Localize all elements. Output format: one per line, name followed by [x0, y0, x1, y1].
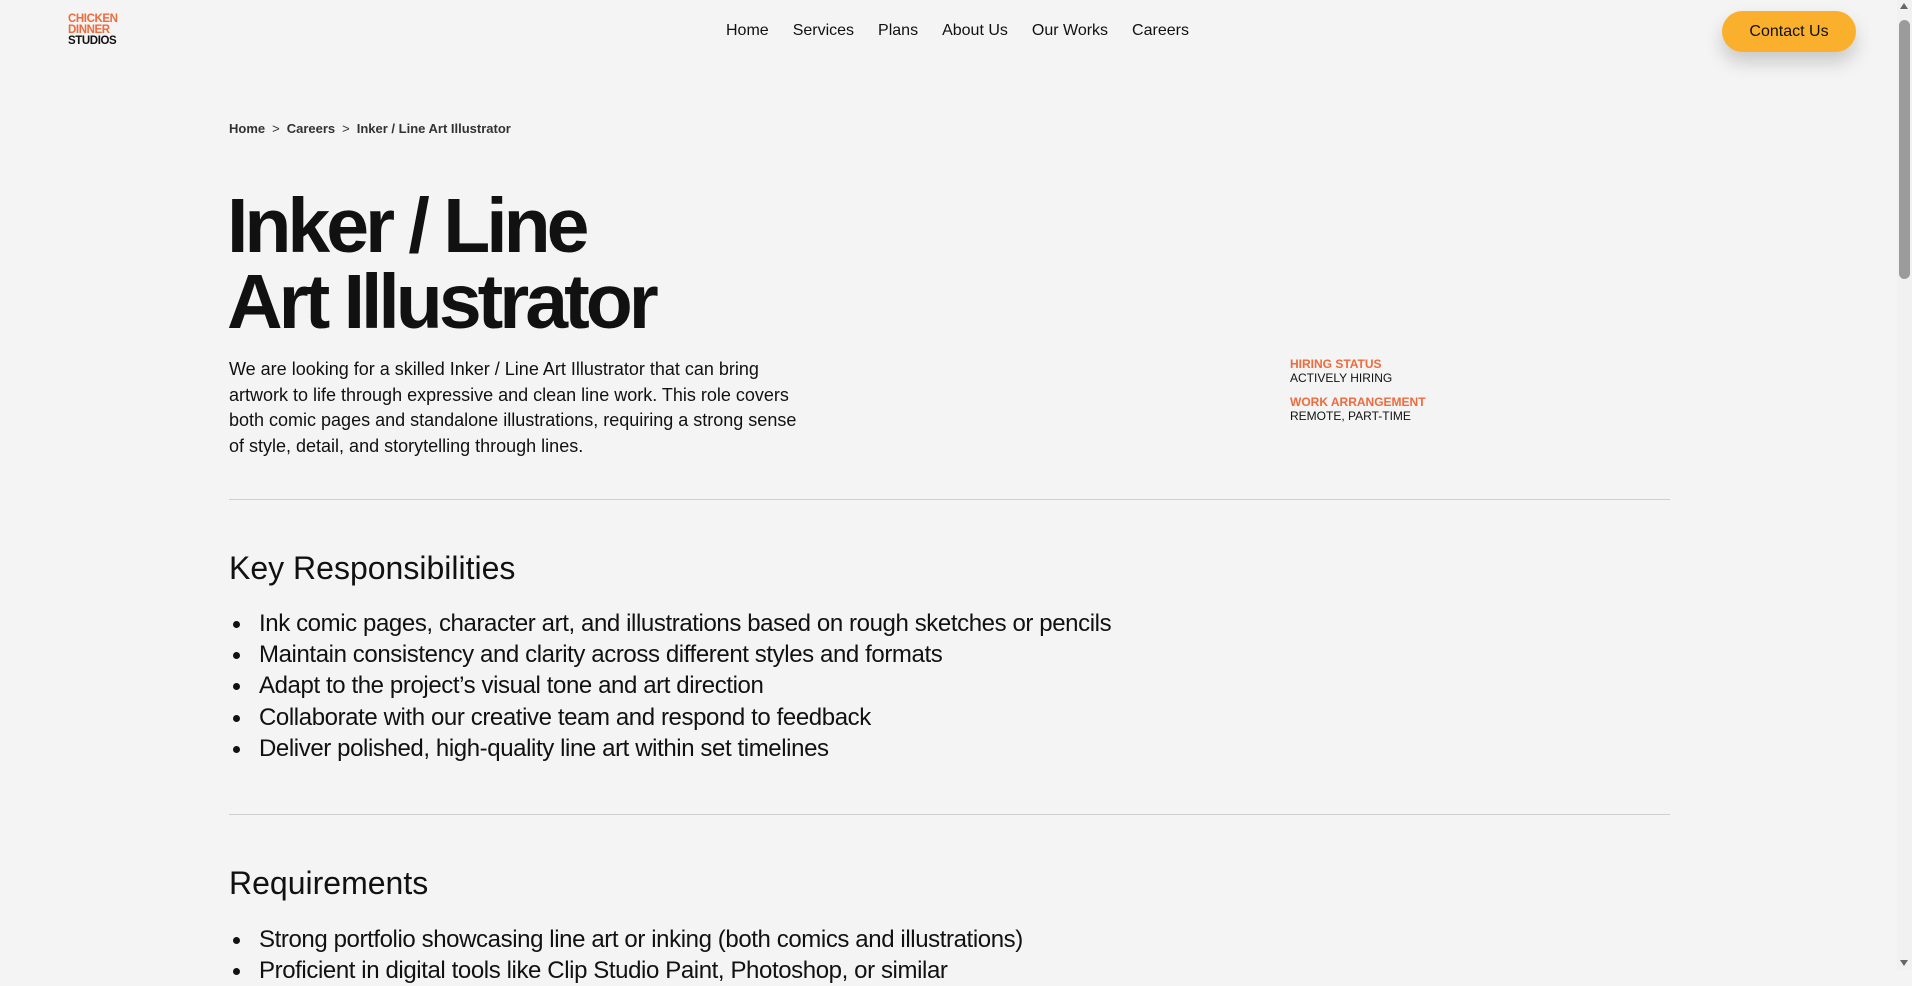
section-divider — [229, 499, 1670, 500]
hiring-status-value: ACTIVELY HIRING — [1290, 371, 1393, 385]
scrollbar-thumb[interactable] — [1899, 20, 1910, 279]
breadcrumb-current: Inker / Line Art Illustrator — [356, 121, 511, 136]
nav-careers[interactable]: Careers — [1132, 22, 1189, 40]
responsibilities-list: Ink comic pages, character art, and illu… — [229, 608, 1112, 764]
page-title-line1: Inker / Line — [227, 183, 590, 269]
nav-services[interactable]: Services — [793, 22, 854, 40]
section-divider — [229, 814, 1670, 815]
logo-line3: STUDIOS — [68, 35, 117, 47]
job-intro: We are looking for a skilled Inker / Lin… — [229, 359, 797, 456]
list-item: Ink comic pages, character art, and illu… — [229, 608, 1112, 639]
nav-home[interactable]: Home — [726, 22, 769, 40]
page-scrollbar[interactable] — [1897, 0, 1912, 970]
list-item: Collaborate with our creative team and r… — [229, 702, 1111, 733]
breadcrumb-separator: > — [272, 121, 280, 136]
scroll-up-icon[interactable] — [1900, 3, 1908, 9]
breadcrumb-home[interactable]: Home — [229, 121, 265, 136]
work-arrangement-label: WORK ARRANGEMENT — [1290, 395, 1426, 409]
scroll-down-icon[interactable] — [1900, 960, 1908, 966]
breadcrumb: Home > Careers > Inker / Line Art Illust… — [229, 121, 511, 136]
responsibilities-heading: Key Responsibilities — [229, 550, 516, 586]
breadcrumb-separator: > — [342, 121, 350, 136]
list-item: Proficient in digital tools like Clip St… — [229, 955, 1023, 986]
work-arrangement-value: REMOTE, PART-TIME — [1290, 409, 1411, 423]
main-nav: Home Services Plans About Us Our Works C… — [726, 22, 1213, 40]
job-meta: HIRING STATUS ACTIVELY HIRING WORK ARRAN… — [1290, 357, 1426, 433]
page-title: Inker / Line Art Illustrator — [227, 183, 659, 345]
hiring-status-label: HIRING STATUS — [1290, 357, 1382, 371]
list-item: Maintain consistency and clarity across … — [229, 639, 1111, 670]
requirements-list: Strong portfolio showcasing line art or … — [229, 924, 1023, 986]
list-item: Deliver polished, high-quality line art … — [229, 733, 1111, 764]
nav-plans[interactable]: Plans — [878, 22, 918, 40]
page-title-line2: Art Illustrator — [227, 259, 659, 345]
nav-our-works[interactable]: Our Works — [1032, 22, 1108, 40]
brand-logo[interactable]: CHICKEN DINNER STUDIOS — [68, 13, 118, 47]
breadcrumb-careers[interactable]: Careers — [287, 121, 335, 136]
requirements-heading: Requirements — [229, 865, 429, 901]
nav-about-us[interactable]: About Us — [942, 22, 1008, 40]
contact-us-button[interactable]: Contact Us — [1722, 11, 1856, 52]
list-item: Adapt to the project’s visual tone and a… — [229, 670, 1111, 701]
list-item: Strong portfolio showcasing line art or … — [229, 924, 1023, 955]
